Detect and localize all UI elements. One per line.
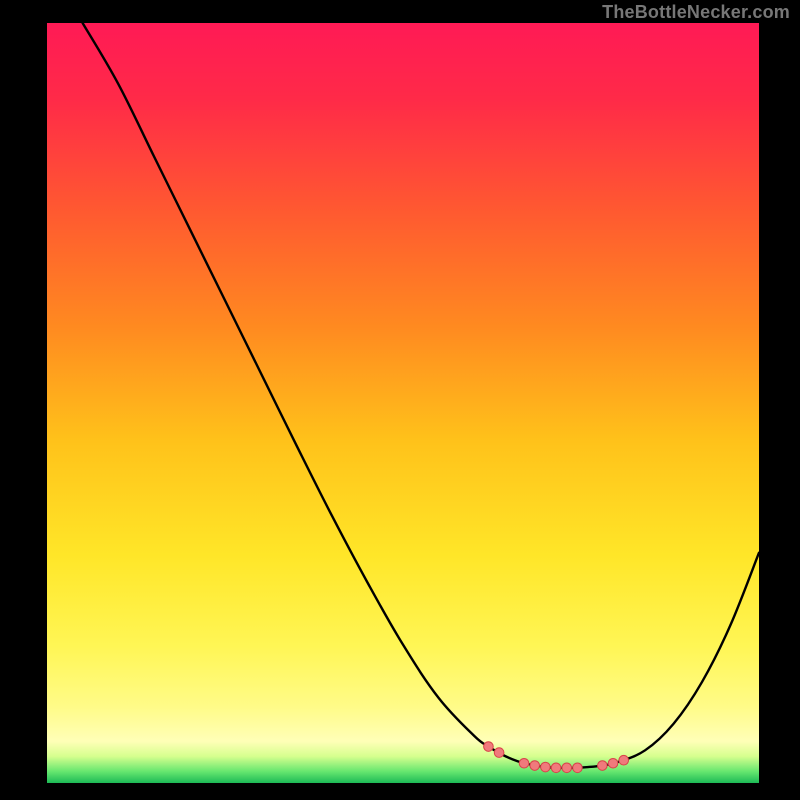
chart-dot	[598, 761, 608, 771]
chart-background	[47, 23, 759, 783]
chart-dot	[494, 748, 504, 758]
chart-dot	[608, 758, 618, 768]
chart-dot	[619, 755, 629, 765]
chart-dot	[551, 763, 561, 773]
chart-frame: TheBottleNecker.com	[0, 0, 800, 800]
chart-dot	[541, 762, 551, 772]
attribution-label: TheBottleNecker.com	[602, 2, 790, 23]
chart-dot	[573, 763, 583, 773]
chart-dot	[530, 761, 540, 771]
chart-svg	[47, 23, 759, 783]
chart-dot	[484, 742, 494, 752]
chart-dot	[562, 763, 572, 773]
chart-dot	[519, 758, 529, 768]
chart-plot-area	[47, 23, 759, 783]
